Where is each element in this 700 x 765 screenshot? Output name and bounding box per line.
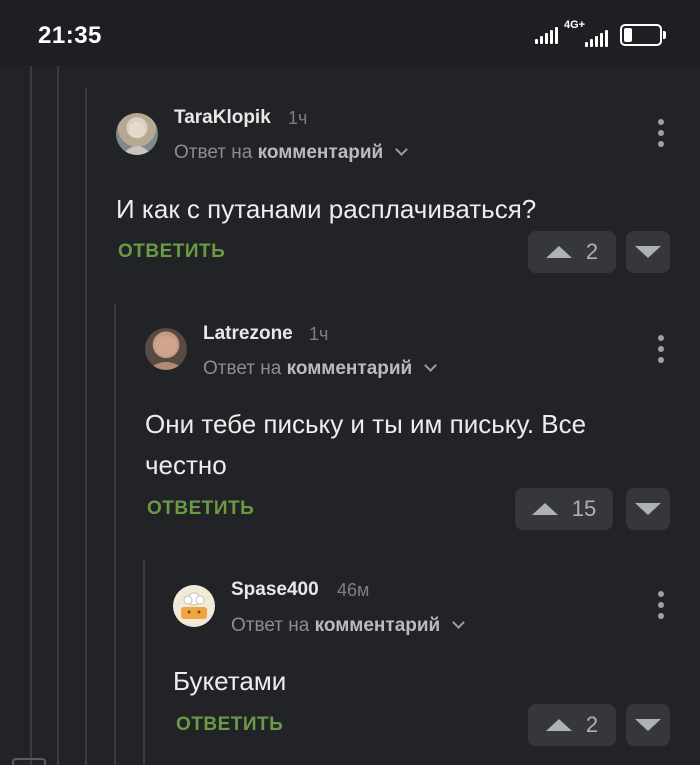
more-options-icon[interactable] xyxy=(658,335,664,363)
reply-to-link[interactable]: Ответ на комментарий xyxy=(174,142,408,164)
status-time: 21:35 xyxy=(38,22,102,49)
battery-icon: 24 xyxy=(620,24,666,46)
thread-line xyxy=(114,304,116,765)
scroll-indicator xyxy=(12,758,46,765)
arrow-up-icon xyxy=(545,246,572,258)
avatar[interactable] xyxy=(145,328,187,370)
battery-level: 24 xyxy=(633,27,649,42)
network-icon: 4G+ xyxy=(564,19,608,47)
comment-text: Букетами xyxy=(173,666,287,696)
arrow-up-icon xyxy=(531,503,558,515)
reply-prefix: Ответ на xyxy=(203,358,282,379)
reply-button[interactable]: ОТВЕТИТЬ xyxy=(118,241,225,263)
username[interactable]: Latrezone xyxy=(203,323,293,345)
status-icons: 4G+ 24 xyxy=(535,19,666,48)
thread-line xyxy=(143,560,145,765)
signal-bars-icon xyxy=(585,29,608,47)
comment-text: И как с путанами расплачиваться? xyxy=(116,194,537,224)
arrow-down-icon xyxy=(635,246,661,258)
reply-button[interactable]: ОТВЕТИТЬ xyxy=(147,498,254,520)
reply-prefix: Ответ на xyxy=(231,615,310,636)
downvote-button[interactable] xyxy=(626,704,670,746)
signal-icon xyxy=(535,26,558,44)
arrow-up-icon xyxy=(545,719,572,731)
comment-text: Они тебе письку и ты им письку. Все чест… xyxy=(145,409,587,480)
username[interactable]: Spase400 xyxy=(231,579,319,601)
vote-count: 2 xyxy=(585,239,599,264)
upvote-button[interactable]: 2 xyxy=(528,704,616,746)
thread-line xyxy=(85,88,87,765)
downvote-button[interactable] xyxy=(626,231,670,273)
reply-target: комментарий xyxy=(314,615,441,636)
arrow-down-icon xyxy=(635,719,661,731)
chevron-down-icon xyxy=(423,359,437,372)
comment-time: 1ч xyxy=(309,324,329,344)
vote-count: 15 xyxy=(571,496,597,521)
reply-target: комментарий xyxy=(257,142,384,163)
reply-target: комментарий xyxy=(286,358,413,379)
upvote-button[interactable]: 2 xyxy=(528,231,616,273)
downvote-button[interactable] xyxy=(626,488,670,530)
reply-prefix: Ответ на xyxy=(174,142,253,163)
chevron-down-icon xyxy=(451,616,465,629)
user-avatar-icon xyxy=(122,122,152,155)
thread-line xyxy=(30,66,32,765)
thread-line xyxy=(57,66,59,765)
reply-to-link[interactable]: Ответ на комментарий xyxy=(203,358,437,380)
comment-time: 1ч xyxy=(288,108,308,128)
status-bar: 21:35 4G+ 24 xyxy=(0,0,700,66)
user-avatar-icon xyxy=(147,336,185,370)
comment-time: 46м xyxy=(337,580,370,600)
avatar[interactable] xyxy=(173,585,215,627)
network-type: 4G+ xyxy=(564,19,586,31)
reply-button[interactable]: ОТВЕТИТЬ xyxy=(176,714,283,736)
arrow-down-icon xyxy=(635,503,661,515)
chevron-down-icon xyxy=(394,143,408,156)
more-options-icon[interactable] xyxy=(658,119,664,147)
chef-avatar-icon xyxy=(181,592,207,619)
upvote-button[interactable]: 15 xyxy=(515,488,613,530)
avatar[interactable] xyxy=(116,113,158,155)
reply-to-link[interactable]: Ответ на комментарий xyxy=(231,615,465,637)
username[interactable]: TaraKlopik xyxy=(174,107,271,129)
more-options-icon[interactable] xyxy=(658,591,664,619)
vote-count: 2 xyxy=(585,712,599,737)
